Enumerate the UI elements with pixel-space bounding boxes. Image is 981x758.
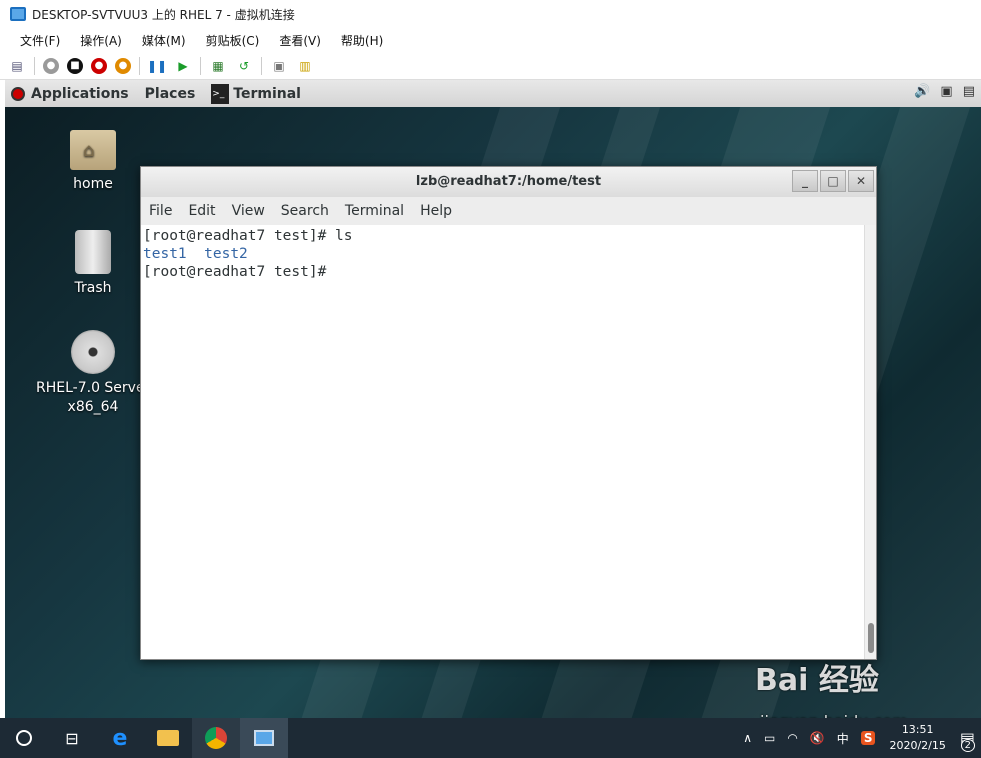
sogou-icon[interactable]: S	[860, 731, 876, 745]
revert-icon[interactable]: ↺	[235, 58, 253, 74]
terminal-title: lzb@readhat7:/home/test	[415, 174, 602, 189]
terminal-line: [root@readhat7 test]# ls	[143, 228, 353, 244]
resume-icon[interactable]: ▶	[174, 58, 192, 74]
chrome-button[interactable]	[192, 718, 240, 758]
clock[interactable]: 13:51 2020/2/15	[889, 722, 945, 754]
dir-entry: test2	[204, 246, 248, 262]
dvd-label-1: RHEL-7.0 Server.	[36, 380, 144, 396]
term-menu-file[interactable]: File	[149, 203, 172, 219]
dvd-label-2: x86_64	[67, 399, 119, 415]
notification-icon[interactable]: ▤ 2	[960, 729, 975, 752]
folder-icon	[157, 730, 179, 746]
toolbar-separator	[261, 56, 262, 75]
watermark-brand: Bai 经验	[755, 663, 879, 698]
house-glyph: ⌂	[83, 140, 95, 161]
terminal-scrollbar[interactable]	[864, 225, 876, 659]
term-menu-edit[interactable]: Edit	[188, 203, 215, 219]
gnome-status-area[interactable]: 🔊 ▣ ▤	[914, 84, 975, 99]
desktop-icon-home[interactable]: ⌂ home	[38, 130, 148, 192]
network-icon[interactable]: ▣	[940, 84, 952, 99]
menu-help[interactable]: 帮助(H)	[341, 32, 383, 49]
terminal-menubar: File Edit View Search Terminal Help	[141, 197, 876, 225]
terminal-task[interactable]: Terminal	[233, 86, 301, 102]
edge-icon: e	[112, 725, 128, 751]
terminal-line: test1 test2	[143, 245, 862, 263]
pause-icon[interactable]: ❚❚	[147, 58, 167, 74]
explorer-button[interactable]	[144, 718, 192, 758]
task-view-button[interactable]: ⊟	[48, 718, 96, 758]
close-button[interactable]: ✕	[848, 170, 874, 192]
vm-connection-icon	[10, 7, 26, 21]
mute-icon[interactable]: 🔇	[810, 731, 825, 745]
terminal-titlebar[interactable]: lzb@readhat7:/home/test _ □ ✕	[141, 167, 876, 197]
home-folder-icon: ⌂	[70, 130, 116, 170]
window-title: DESKTOP-SVTVUU3 上的 RHEL 7 - 虚拟机连接	[32, 7, 295, 22]
window-titlebar: DESKTOP-SVTVUU3 上的 RHEL 7 - 虚拟机连接	[0, 0, 981, 28]
hv-menubar: 文件(F) 操作(A) 媒体(M) 剪贴板(C) 查看(V) 帮助(H)	[0, 28, 981, 52]
enhanced-session-icon[interactable]: ▣	[270, 58, 288, 74]
ime-indicator[interactable]: 中	[837, 730, 849, 747]
gnome-top-panel: Applications Places >_ Terminal 🔊 ▣ ▤	[5, 80, 981, 107]
vm-screen[interactable]: Applications Places >_ Terminal 🔊 ▣ ▤ ⌂ …	[5, 80, 981, 718]
term-menu-search[interactable]: Search	[281, 203, 329, 219]
shutdown-icon[interactable]: ●	[91, 57, 107, 74]
menu-view[interactable]: 查看(V)	[279, 32, 321, 49]
window-controls: _ □ ✕	[792, 170, 874, 192]
share-icon[interactable]: ▥	[296, 58, 314, 74]
windows-taskbar: ⊟ e ∧ ▭ ◠ 🔇 中 S 13:51 2020/2/15 ▤ 2	[0, 718, 981, 758]
volume-icon[interactable]: 🔊	[914, 84, 930, 99]
terminal-icon: >_	[211, 83, 230, 104]
toolbar-separator	[200, 56, 201, 75]
chevron-up-icon[interactable]: ∧	[743, 731, 752, 745]
desktop-icon-dvd[interactable]: RHEL-7.0 Server. x86_64	[36, 330, 148, 415]
hv-toolbar: ▤ ● ■ ● ● ❚❚ ▶ ▦ ↺ ▣ ▥	[0, 52, 981, 80]
redhat-logo-icon	[11, 86, 25, 101]
cortana-icon	[16, 730, 32, 746]
term-menu-terminal[interactable]: Terminal	[345, 203, 404, 219]
ctrl-alt-del-icon[interactable]: ▤	[8, 58, 26, 74]
trash-icon	[75, 230, 111, 274]
battery-icon[interactable]: ▭	[764, 731, 775, 745]
toolbar-separator	[139, 56, 140, 75]
terminal-output[interactable]: [root@readhat7 test]# ls test1 test2 [ro…	[141, 225, 864, 659]
task-view-icon: ⊟	[65, 728, 79, 748]
system-tray: ∧ ▭ ◠ 🔇 中 S 13:51 2020/2/15 ▤ 2	[737, 718, 981, 758]
dir-entry: test1	[143, 246, 187, 262]
turn-off-icon[interactable]: ■	[67, 57, 83, 74]
notification-count: 2	[960, 738, 975, 752]
edge-button[interactable]: e	[96, 718, 144, 758]
menu-action[interactable]: 操作(A)	[80, 32, 122, 49]
checkpoint-icon[interactable]: ▦	[209, 58, 227, 74]
menu-clipboard[interactable]: 剪贴板(C)	[206, 32, 260, 49]
vmconnect-button[interactable]	[240, 718, 288, 758]
wifi-icon[interactable]: ◠	[787, 731, 797, 745]
start-button[interactable]	[0, 718, 48, 758]
term-menu-view[interactable]: View	[232, 203, 265, 219]
dvd-icon	[71, 330, 115, 374]
trash-label: Trash	[74, 280, 112, 296]
scrollbar-thumb[interactable]	[868, 623, 874, 653]
minimize-button[interactable]: _	[792, 170, 818, 192]
baidu-watermark: Bai 经验	[755, 655, 879, 699]
menu-media[interactable]: 媒体(M)	[142, 32, 186, 49]
applications-menu[interactable]: Applications	[31, 86, 129, 102]
desktop-icon-trash[interactable]: Trash	[38, 230, 148, 296]
power-icon[interactable]: ▤	[963, 84, 975, 99]
clock-time: 13:51	[901, 723, 934, 736]
clock-date: 2020/2/15	[889, 739, 946, 752]
term-menu-help[interactable]: Help	[420, 203, 452, 219]
maximize-button[interactable]: □	[820, 170, 846, 192]
start-icon[interactable]: ●	[43, 57, 59, 74]
places-menu[interactable]: Places	[145, 86, 196, 102]
chrome-icon	[205, 727, 227, 749]
home-label: home	[73, 176, 113, 192]
toolbar-separator	[34, 56, 35, 75]
terminal-window[interactable]: lzb@readhat7:/home/test _ □ ✕ File Edit …	[140, 166, 877, 660]
menu-file[interactable]: 文件(F)	[20, 32, 60, 49]
save-state-icon[interactable]: ●	[115, 57, 131, 74]
terminal-prompt: [root@readhat7 test]#	[143, 264, 327, 280]
vmconnect-icon	[254, 730, 274, 746]
